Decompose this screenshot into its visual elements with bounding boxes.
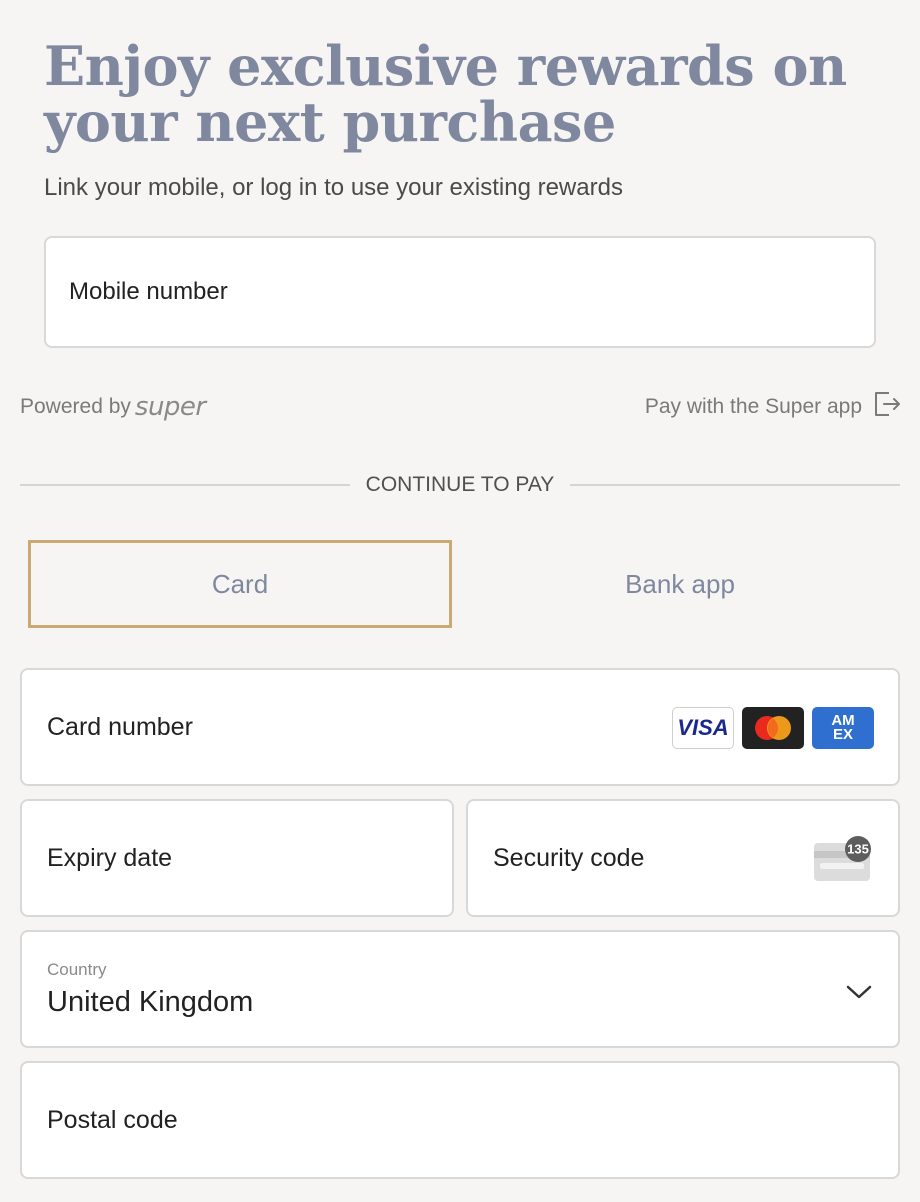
powered-by-label: Powered by <box>20 395 131 418</box>
postal-code-input[interactable]: Postal code <box>20 1061 900 1179</box>
expiry-date-label: Expiry date <box>47 843 173 872</box>
mobile-number-label: Mobile number <box>69 278 228 305</box>
continue-to-pay-divider: CONTINUE TO PAY <box>20 470 900 500</box>
external-link-icon <box>872 390 902 424</box>
cvc-hint-text: 135 <box>847 842 869 857</box>
cvc-card-icon: 135 <box>812 835 872 890</box>
mobile-number-input[interactable]: Mobile number <box>44 236 876 348</box>
country-select[interactable]: Country United Kingdom <box>20 930 900 1048</box>
postal-code-label: Postal code <box>47 1105 178 1134</box>
powered-by: Powered by super <box>20 392 206 422</box>
tab-card[interactable]: Card <box>28 540 452 628</box>
tab-bank-app-label: Bank app <box>625 568 735 599</box>
mastercard-icon <box>742 707 804 749</box>
pay-with-super-app-label: Pay with the Super app <box>644 395 862 418</box>
super-logo: super <box>134 392 206 422</box>
tab-card-label: Card <box>211 568 269 599</box>
amex-icon: AM EX <box>812 707 874 749</box>
security-code-label: Security code <box>493 843 645 872</box>
card-number-label: Card number <box>47 712 193 741</box>
visa-icon: VISA <box>672 707 734 749</box>
continue-to-pay-label: CONTINUE TO PAY <box>365 473 555 496</box>
chevron-down-icon <box>846 978 872 1007</box>
security-code-input[interactable]: Security code 135 <box>466 799 900 917</box>
country-label: Country <box>47 959 107 979</box>
page-title: Enjoy exclusive rewards on your next pur… <box>44 34 847 154</box>
card-brands: VISA AM EX <box>672 707 874 749</box>
tab-bank-app[interactable]: Bank app <box>468 540 892 628</box>
country-value: United Kingdom <box>47 985 254 1018</box>
page-subtitle: Link your mobile, or log in to use your … <box>44 174 623 201</box>
expiry-date-input[interactable]: Expiry date <box>20 799 454 917</box>
pay-with-super-app-link[interactable]: Pay with the Super app <box>645 390 902 424</box>
amex-line2: EX <box>832 726 853 743</box>
card-number-input[interactable]: Card number VISA AM EX <box>20 668 900 786</box>
